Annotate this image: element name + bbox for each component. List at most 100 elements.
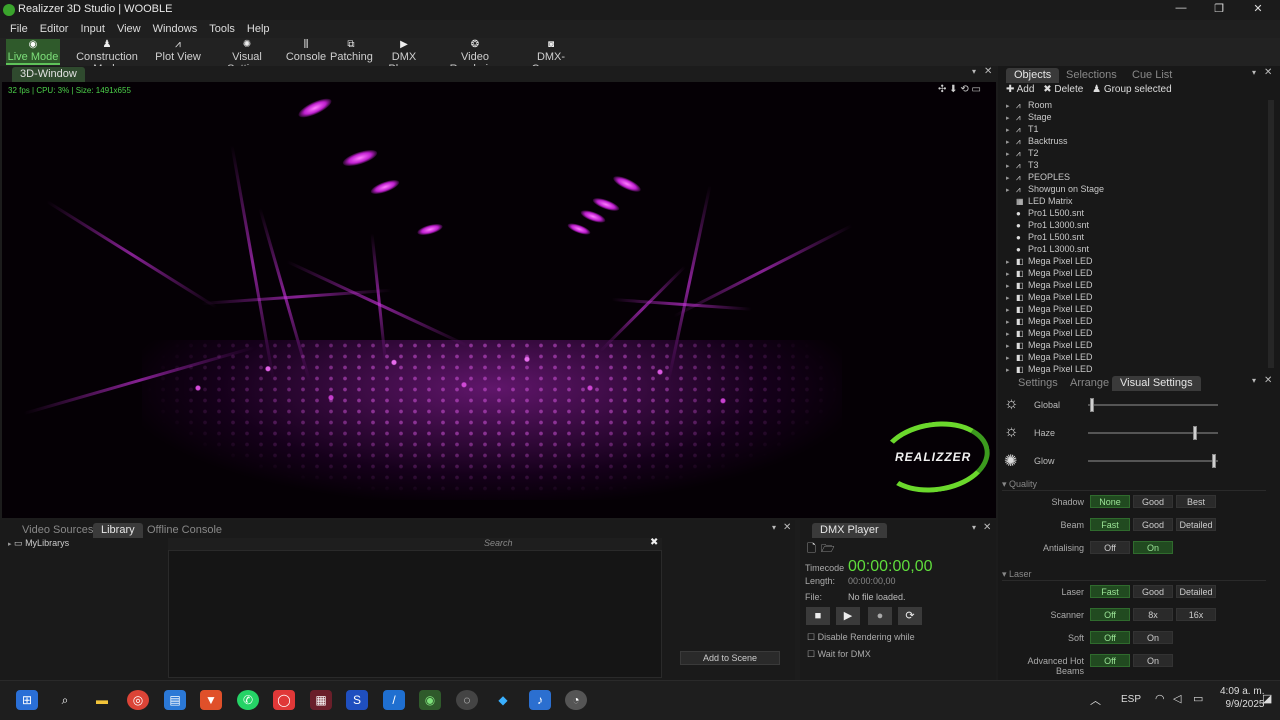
option-button[interactable]: Off	[1090, 631, 1130, 644]
option-button[interactable]: Fast	[1090, 585, 1130, 598]
3d-viewport[interactable]: REALIZZER ✣ ⬇ ⟲ ▭	[2, 82, 996, 518]
construction-mode-button[interactable]: ♟Construction Mode	[63, 39, 151, 75]
tree-item[interactable]: ▸ ⩘ Stage	[1006, 112, 1052, 124]
tab-library[interactable]: Library	[93, 523, 143, 538]
start-icon[interactable]: ⊞	[16, 690, 38, 710]
dropdown-icon[interactable]: ▾	[1252, 376, 1256, 385]
tree-item[interactable]: ▸ ◧ Mega Pixel LED	[1006, 304, 1093, 316]
battery-icon[interactable]: ▭	[1193, 692, 1203, 705]
tab-selections[interactable]: Selections	[1058, 68, 1125, 83]
expand-arrow-icon[interactable]: ▸	[1006, 318, 1016, 326]
visual-settings-button[interactable]: ✺Visual Settings	[213, 39, 281, 75]
close-icon[interactable]: ✕	[783, 522, 791, 533]
close-icon[interactable]: ✕	[1264, 375, 1272, 386]
option-button[interactable]: None	[1090, 495, 1130, 508]
notification-app-icon[interactable]: ◔	[565, 690, 587, 710]
tab-objects[interactable]: Objects	[1006, 68, 1060, 83]
expand-arrow-icon[interactable]: ▸	[1006, 258, 1016, 266]
option-button[interactable]: Off	[1090, 608, 1130, 621]
tree-item[interactable]: ▸ ⩘ T2	[1006, 148, 1039, 160]
tree-scrollbar[interactable]	[1268, 100, 1274, 368]
option-button[interactable]: Off	[1090, 654, 1130, 667]
group-selected-button[interactable]: ♟ Group selected	[1092, 84, 1172, 95]
menu-view[interactable]: View	[111, 20, 147, 35]
close-button[interactable]: ✕	[1243, 2, 1273, 18]
tab-offline-console[interactable]: Offline Console	[139, 523, 230, 538]
tab-video-sources[interactable]: Video Sources	[14, 523, 101, 538]
wait-for-dmx-checkbox[interactable]: ☐ Wait for DMX	[807, 649, 871, 660]
realizzer-taskbar-icon[interactable]: ◉	[419, 690, 441, 710]
library-root-item[interactable]: ▸ ▭ MyLibrarys	[8, 538, 69, 549]
open-folder-icon[interactable]: 🗁	[821, 540, 835, 559]
tree-item[interactable]: ▸ ◧ Mega Pixel LED	[1006, 256, 1093, 268]
tab-cue-list[interactable]: Cue List	[1124, 68, 1180, 83]
expand-arrow-icon[interactable]: ▸	[1006, 330, 1016, 338]
play-button[interactable]: ▶	[836, 607, 860, 625]
tree-item[interactable]: ▸ ◧ Mega Pixel LED	[1006, 352, 1093, 364]
whatsapp-icon[interactable]: ✆	[237, 690, 259, 710]
option-button[interactable]: 8x	[1133, 608, 1173, 621]
global-slider-handle[interactable]	[1090, 398, 1095, 412]
live-mode-button[interactable]: ◉ Live Mode	[6, 39, 60, 65]
expand-arrow-icon[interactable]: ▸	[1006, 294, 1016, 302]
close-icon[interactable]: ✕	[983, 522, 991, 533]
plot-view-button[interactable]: ⩘ Plot View	[154, 39, 202, 65]
close-icon[interactable]: ✕	[1264, 67, 1272, 78]
store-icon[interactable]: ▤	[164, 690, 186, 710]
delete-button[interactable]: ✖ Delete	[1043, 84, 1083, 95]
tab-settings[interactable]: Settings	[1010, 376, 1066, 391]
editor-app-icon[interactable]: /	[383, 690, 405, 710]
option-button[interactable]: Best	[1176, 495, 1216, 508]
option-button[interactable]: On	[1133, 654, 1173, 667]
option-button[interactable]: Detailed	[1176, 585, 1216, 598]
tab-dmx-player[interactable]: DMX Player	[812, 523, 887, 538]
tree-item[interactable]: ● Pro1 L500.snt	[1006, 208, 1084, 220]
menu-file[interactable]: File	[4, 20, 34, 35]
brave-icon[interactable]: ▼	[200, 690, 222, 710]
add-to-scene-button[interactable]: Add to Scene	[680, 651, 780, 665]
tab-visual-settings[interactable]: Visual Settings	[1112, 376, 1201, 391]
minimize-button[interactable]: —	[1166, 2, 1196, 18]
dropdown-icon[interactable]: ▾	[972, 67, 976, 76]
option-button[interactable]: Fast	[1090, 518, 1130, 531]
tab-3d-window[interactable]: 3D-Window	[12, 67, 85, 82]
record-button[interactable]: ●	[868, 607, 892, 625]
tree-item[interactable]: ▸ ◧ Mega Pixel LED	[1006, 340, 1093, 352]
expand-arrow-icon[interactable]: ▸	[1006, 102, 1016, 110]
dmx-player-button[interactable]: ▶DMX Player	[376, 39, 432, 75]
s-app-icon[interactable]: S	[346, 690, 368, 710]
menu-input[interactable]: Input	[74, 20, 110, 35]
expand-arrow-icon[interactable]: ▸	[1006, 366, 1016, 374]
quality-section-header[interactable]: ▾ Quality	[1002, 479, 1266, 491]
video-rendering-button[interactable]: ❂Video Rendering	[436, 39, 514, 75]
expand-arrow-icon[interactable]: ▸	[1006, 126, 1016, 134]
chevron-up-icon[interactable]: ︿	[1090, 692, 1101, 708]
clock[interactable]: 4:09 a. m. 9/9/2025	[1220, 686, 1264, 710]
volume-icon[interactable]: ◁	[1173, 692, 1181, 705]
console-button[interactable]: ⫼ Console	[285, 39, 327, 65]
library-content[interactable]	[168, 550, 662, 678]
tree-item[interactable]: ▦ LED Matrix	[1006, 196, 1073, 208]
expand-arrow-icon[interactable]: ▸	[1006, 150, 1016, 158]
dmx-camera-button[interactable]: ◙DMX-Camera	[518, 39, 584, 75]
option-button[interactable]: On	[1133, 541, 1173, 554]
opera-icon[interactable]: ◯	[273, 690, 295, 710]
option-button[interactable]: On	[1133, 631, 1173, 644]
close-icon[interactable]: ✕	[984, 66, 992, 77]
language-indicator[interactable]: ESP	[1121, 694, 1141, 705]
tree-item[interactable]: ▸ ⩘ T1	[1006, 124, 1039, 136]
menu-help[interactable]: Help	[241, 20, 276, 35]
tree-item[interactable]: ▸ ⩘ PEOPLES	[1006, 172, 1070, 184]
midi-app-icon[interactable]: ♪	[529, 690, 551, 710]
tree-item[interactable]: ▸ ⩘ Backtruss	[1006, 136, 1068, 148]
glow-slider[interactable]	[1088, 460, 1218, 462]
global-slider[interactable]	[1088, 404, 1218, 406]
tree-item[interactable]: ▸ ⩘ T3	[1006, 160, 1039, 172]
add-button[interactable]: ✚ Add	[1006, 84, 1034, 95]
dropdown-icon[interactable]: ▾	[1252, 68, 1256, 77]
haze-slider[interactable]	[1088, 432, 1218, 434]
tree-item[interactable]: ▸ ◧ Mega Pixel LED	[1006, 268, 1093, 280]
tree-item[interactable]: ● Pro1 L500.snt	[1006, 232, 1084, 244]
tree-item[interactable]: ▸ ◧ Mega Pixel LED	[1006, 280, 1093, 292]
laser-section-header[interactable]: ▾ Laser	[1002, 569, 1266, 581]
